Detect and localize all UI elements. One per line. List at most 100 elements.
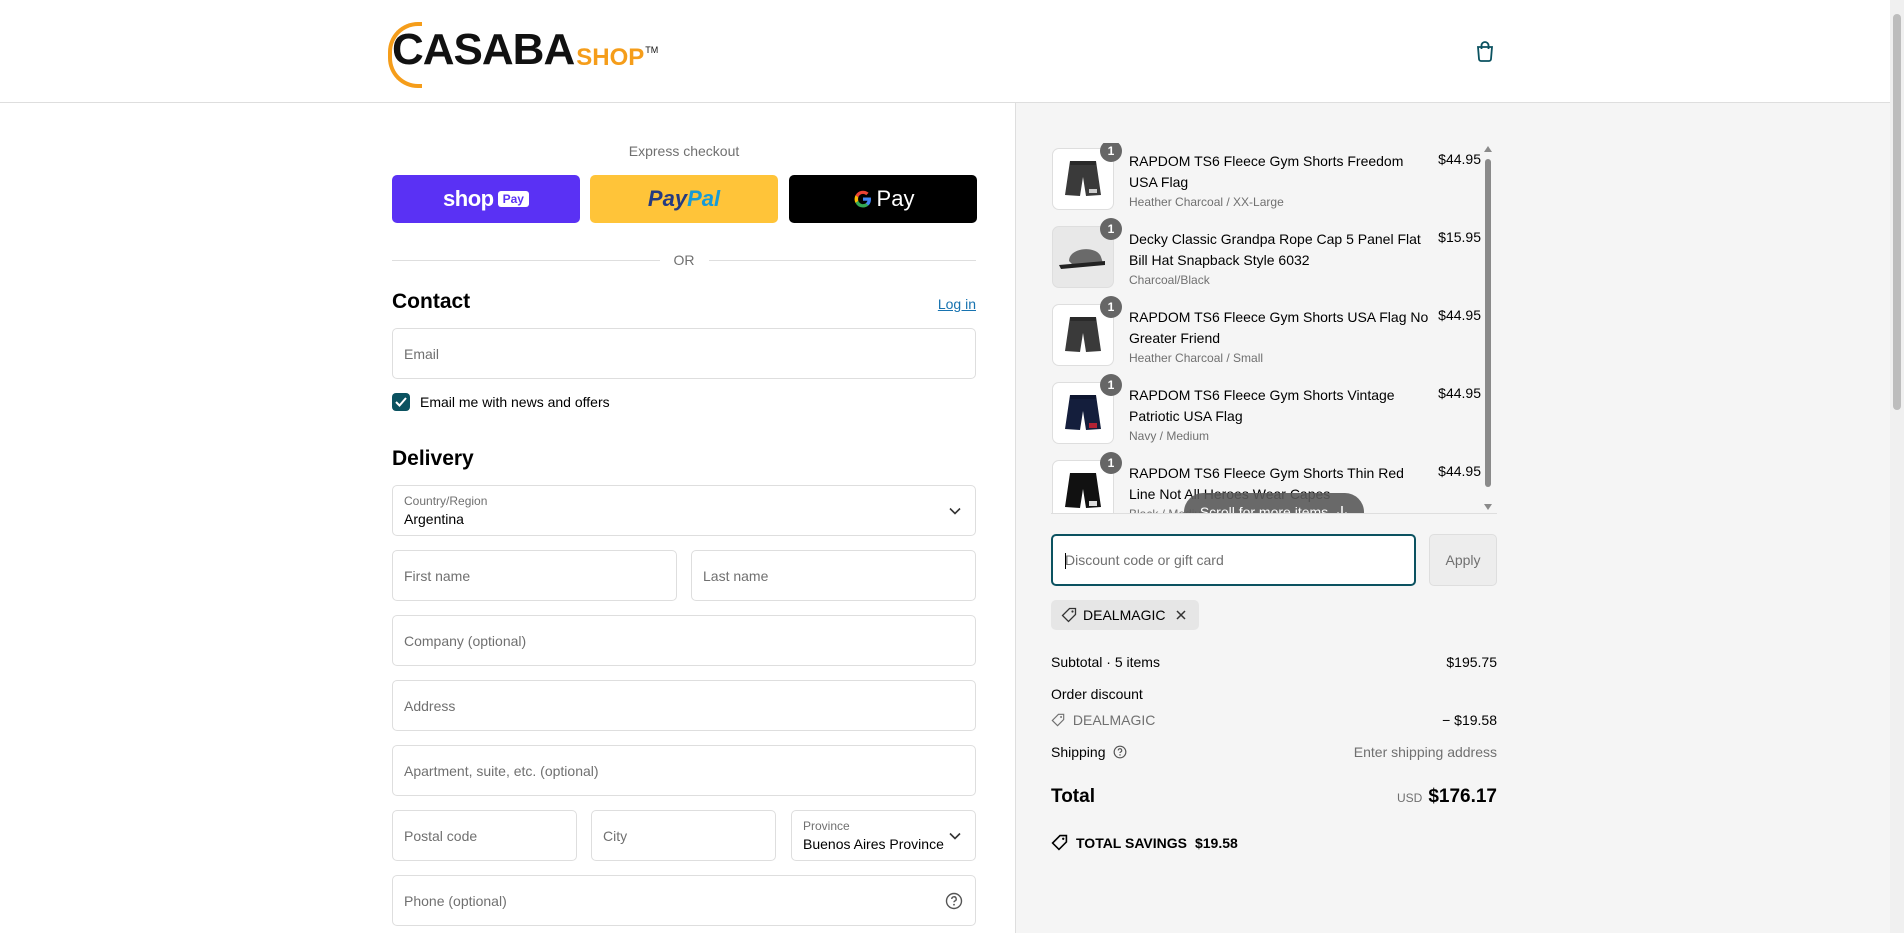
email-field[interactable]: Email xyxy=(392,328,976,379)
item-variant: Heather Charcoal / Small xyxy=(1129,351,1264,365)
item-price: $15.95 xyxy=(1438,229,1481,245)
phone-field[interactable]: Phone (optional) xyxy=(392,875,976,926)
subtotal-label: Subtotal · 5 items xyxy=(1051,654,1160,670)
contact-heading: Contact xyxy=(392,290,471,313)
total-label: Total xyxy=(1051,786,1095,807)
total-currency: USD xyxy=(1396,791,1423,805)
arrow-down-icon xyxy=(1337,506,1348,513)
address-field[interactable]: Address xyxy=(392,680,976,731)
scroll-down-arrow-icon[interactable] xyxy=(1484,503,1492,511)
item-name: Decky Classic Grandpa Rope Cap 5 Panel F… xyxy=(1129,231,1421,268)
scroll-hint-label: Scroll for more items xyxy=(1199,504,1329,513)
subtotal-row: Subtotal · 5 items $195.75 xyxy=(1051,654,1497,670)
page-scrollbar[interactable] xyxy=(1890,0,1904,933)
order-discount-row: Order discount xyxy=(1051,686,1497,702)
discount-code-input[interactable]: Discount code or gift card xyxy=(1051,534,1416,586)
close-icon[interactable] xyxy=(1175,609,1187,621)
item-variant: Heather Charcoal / XX-Large xyxy=(1129,195,1284,209)
cart-item: 1 RAPDOM TS6 Fleece Gym Shorts Freedom U… xyxy=(1051,143,1481,221)
savings-label: TOTAL SAVINGS xyxy=(1076,834,1187,851)
order-discount-label: Order discount xyxy=(1051,686,1143,702)
paypal-wordmark-a: Pay xyxy=(647,186,688,211)
shop-pay-button[interactable]: shop Pay xyxy=(392,175,580,223)
shipping-value: Enter shipping address xyxy=(1353,744,1497,760)
login-link[interactable]: Log in xyxy=(938,296,976,312)
google-pay-label: Pay xyxy=(876,186,915,211)
province-value: Buenos Aires Province xyxy=(803,836,944,852)
item-list-scrollbar[interactable] xyxy=(1484,145,1492,511)
discount-code-row: DEALMAGIC − $19.58 xyxy=(1051,712,1497,728)
express-checkout-title: Express checkout xyxy=(628,143,740,159)
shipping-label: Shipping xyxy=(1051,744,1106,760)
subtotal-value: $195.75 xyxy=(1446,654,1497,670)
last-name-field[interactable]: Last name xyxy=(691,550,976,601)
scroll-for-more-button[interactable]: Scroll for more items xyxy=(1184,493,1364,513)
total-savings: TOTAL SAVINGS $19.58 xyxy=(1051,834,1238,851)
casaba-shop-logo[interactable]: CASABA SHOP TM xyxy=(388,20,659,88)
address-placeholder: Address xyxy=(404,697,456,714)
discount-code-label: DEALMAGIC xyxy=(1072,712,1156,728)
tag-icon xyxy=(1061,607,1077,623)
item-name: RAPDOM TS6 Fleece Gym Shorts Freedom USA… xyxy=(1129,153,1404,190)
item-variant: Charcoal/Black xyxy=(1129,273,1210,287)
cart-item: 1 RAPDOM TS6 Fleece Gym Shorts USA Flag … xyxy=(1051,296,1481,377)
tag-icon xyxy=(1051,834,1068,851)
company-field[interactable]: Company (optional) xyxy=(392,615,976,666)
newsletter-checkbox[interactable] xyxy=(392,393,410,411)
item-list-divider xyxy=(1051,513,1497,514)
google-g-icon xyxy=(854,190,871,208)
city-placeholder: City xyxy=(603,827,628,844)
cart-item: 1 Decky Classic Grandpa Rope Cap 5 Panel… xyxy=(1051,218,1481,299)
savings-value: $19.58 xyxy=(1194,834,1238,851)
city-field[interactable]: City xyxy=(591,810,776,861)
item-price: $44.95 xyxy=(1438,463,1481,479)
newsletter-row: Email me with news and offers xyxy=(392,393,610,411)
company-placeholder: Company (optional) xyxy=(404,632,527,649)
apartment-field[interactable]: Apartment, suite, etc. (optional) xyxy=(392,745,976,796)
logo-text-shop: SHOP xyxy=(576,44,645,71)
cart-item-list[interactable]: 1 RAPDOM TS6 Fleece Gym Shorts Freedom U… xyxy=(1051,143,1481,513)
discount-value: − $19.58 xyxy=(1442,712,1497,728)
delivery-heading: Delivery xyxy=(392,447,474,470)
province-label: Province xyxy=(803,819,850,833)
paypal-button[interactable]: Pay Pal xyxy=(590,175,778,223)
province-select[interactable]: Province Buenos Aires Province xyxy=(791,810,976,861)
help-circle-icon[interactable] xyxy=(945,892,963,910)
phone-placeholder: Phone (optional) xyxy=(404,892,507,909)
quantity-badge: 1 xyxy=(1100,143,1122,162)
checkmark-icon xyxy=(395,397,407,407)
quantity-badge: 1 xyxy=(1100,296,1122,318)
item-price: $44.95 xyxy=(1438,151,1481,167)
page-scroll-thumb[interactable] xyxy=(1893,14,1901,410)
tag-icon xyxy=(1051,713,1065,727)
total-value: $176.17 xyxy=(1428,786,1497,807)
newsletter-label: Email me with news and offers xyxy=(420,394,610,410)
item-name: RAPDOM TS6 Fleece Gym Shorts Vintage Pat… xyxy=(1129,387,1395,424)
scroll-up-arrow-icon[interactable] xyxy=(1484,145,1492,153)
apply-discount-button[interactable]: Apply xyxy=(1429,534,1497,586)
applied-discount-tag: DEALMAGIC xyxy=(1051,600,1200,630)
chevron-down-icon xyxy=(949,832,961,840)
country-value: Argentina xyxy=(404,511,464,527)
cart-item: 1 RAPDOM TS6 Fleece Gym Shorts Vintage P… xyxy=(1051,374,1481,455)
google-pay-button[interactable]: Pay xyxy=(789,175,977,223)
chevron-down-icon xyxy=(949,507,961,515)
country-select[interactable]: Country/Region Argentina xyxy=(392,485,976,536)
quantity-badge: 1 xyxy=(1100,452,1122,474)
shopping-bag-icon[interactable] xyxy=(1474,40,1496,62)
help-circle-icon[interactable] xyxy=(1113,745,1127,759)
quantity-badge: 1 xyxy=(1100,218,1122,240)
total-amount: USD $176.17 xyxy=(1397,786,1497,808)
item-list-scroll-thumb[interactable] xyxy=(1485,159,1491,487)
first-name-field[interactable]: First name xyxy=(392,550,677,601)
logo-trademark: TM xyxy=(645,45,659,55)
country-label: Country/Region xyxy=(404,494,488,508)
header: CASABA SHOP TM xyxy=(0,0,1890,103)
quantity-badge: 1 xyxy=(1100,374,1122,396)
postal-code-field[interactable]: Postal code xyxy=(392,810,577,861)
paypal-wordmark-b: Pal xyxy=(687,186,721,211)
applied-discount-code: DEALMAGIC xyxy=(1083,607,1166,623)
shipping-row: Shipping Enter shipping address xyxy=(1051,744,1497,760)
item-name: RAPDOM TS6 Fleece Gym Shorts USA Flag No… xyxy=(1129,309,1429,346)
last-name-placeholder: Last name xyxy=(703,567,769,584)
